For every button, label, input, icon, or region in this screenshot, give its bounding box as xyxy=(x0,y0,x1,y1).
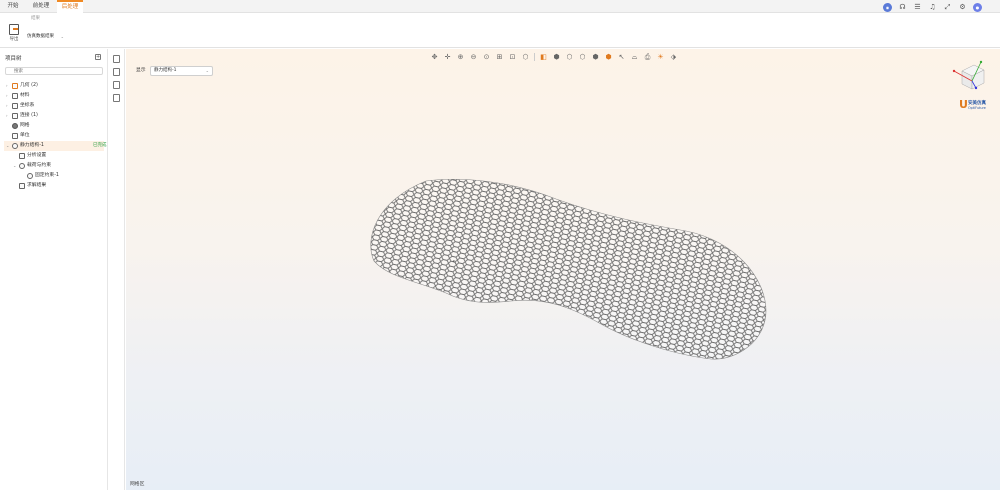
chevron-down-icon[interactable]: ⌄ xyxy=(13,161,17,171)
3d-viewport[interactable]: ✥ ✛ ⊕ ⊖ ⊙ ⊞ ⊡ ⬡ ◧ ⬢ ⬡ ⬡ ⬢ ⬢ ↖ ⌓ ⎙ ☀ ⬗ 显示… xyxy=(126,49,1000,490)
tree-item-static-structure[interactable]: ⌄ 静力结构-1 已完成 xyxy=(4,141,107,151)
ribbon: 结果 导出 仿真数据结果 ⌄ xyxy=(0,13,1000,48)
chevron-down-icon: ⌄ xyxy=(60,34,64,39)
tree-item-geometry[interactable]: › 几何 (2) xyxy=(6,81,38,91)
tree-search-input[interactable] xyxy=(5,67,103,75)
tree-item-label: 求解结果 xyxy=(27,183,47,188)
top-toolbar: ◉ ☊ ☰ ♫ ⤢ ⚙ ● xyxy=(883,2,982,12)
tree-item-unit[interactable]: 单位 xyxy=(6,131,30,141)
list-icon[interactable]: ☰ xyxy=(913,3,922,12)
project-tree-panel: 项目树 + ⌕ › 几何 (2) › 材料 › 坐标系 › 连接 (1) 网格 … xyxy=(0,49,108,490)
geometry-icon xyxy=(12,83,18,89)
tree-item-fixed-constraint[interactable]: 固定约束-1 xyxy=(21,171,59,181)
tree-item-label: 连接 (1) xyxy=(20,113,38,118)
settings-icon xyxy=(19,153,25,159)
headset-icon[interactable]: ☊ xyxy=(898,3,907,12)
share-icon[interactable] xyxy=(113,94,120,102)
load-icon xyxy=(19,163,25,169)
tree-item-mesh[interactable]: 网格 xyxy=(6,121,30,131)
table-icon[interactable] xyxy=(113,68,120,76)
result-icon xyxy=(19,183,25,189)
cursor-icon: ↖ xyxy=(452,259,458,266)
menu-bar: 开始 前处理 后处理 ◉ ☊ ☰ ♫ ⤢ ⚙ ● xyxy=(0,0,1000,13)
tree-item-label: 固定约束-1 xyxy=(35,173,59,178)
avatar[interactable]: ● xyxy=(973,2,982,12)
document-icon[interactable] xyxy=(113,55,120,63)
result-select-value: 仿真数据结果 xyxy=(27,34,54,39)
constraint-icon xyxy=(27,173,33,179)
material-icon xyxy=(12,93,18,99)
tree-item-connection[interactable]: › 连接 (1) xyxy=(6,111,38,121)
report-icon[interactable] xyxy=(113,81,120,89)
tree-item-label: 静力结构-1 xyxy=(20,143,44,148)
tree-item-label: 坐标系 xyxy=(20,103,35,108)
chevron-down-icon[interactable]: ⌄ xyxy=(6,141,10,151)
coordinate-icon xyxy=(12,103,18,109)
chevron-right-icon[interactable]: › xyxy=(6,91,10,101)
tree-item-loads[interactable]: ⌄ 载荷与约束 xyxy=(13,161,51,171)
export-icon xyxy=(9,24,19,35)
bell-icon[interactable]: ♫ xyxy=(928,3,937,12)
gear-icon[interactable]: ⚙ xyxy=(958,3,967,12)
structure-icon xyxy=(12,143,18,149)
result-select[interactable]: 仿真数据结果 ⌄ xyxy=(25,32,66,41)
tree-item-label: 分析设置 xyxy=(27,153,47,158)
tab-postprocess[interactable]: 后处理 xyxy=(57,0,83,13)
tree-item-analysis-settings[interactable]: 分析设置 xyxy=(13,151,46,161)
chevron-right-icon[interactable]: › xyxy=(6,81,10,91)
status-badge: 已完成 xyxy=(93,143,107,148)
tree-add-icon[interactable]: + xyxy=(95,54,101,60)
tab-start[interactable]: 开始 xyxy=(4,0,22,13)
status-text: 网格区 xyxy=(130,482,145,487)
tree-item-results[interactable]: 求解结果 xyxy=(13,181,46,191)
tree-item-label: 载荷与约束 xyxy=(27,163,51,168)
tree-item-label: 网格 xyxy=(20,123,30,128)
tree-item-material[interactable]: › 材料 xyxy=(6,91,30,101)
fullscreen-icon[interactable]: ⤢ xyxy=(943,3,952,12)
tree-item-label: 材料 xyxy=(20,93,30,98)
connection-icon xyxy=(12,113,18,119)
unit-icon xyxy=(12,133,18,139)
tree-item-coordinate[interactable]: › 坐标系 xyxy=(6,101,34,111)
export-button[interactable]: 导出 xyxy=(7,24,21,46)
mesh-icon xyxy=(12,123,18,129)
side-icon-strip xyxy=(109,49,125,490)
tree-item-label: 单位 xyxy=(20,133,30,138)
tree-item-label: 几何 (2) xyxy=(20,83,38,88)
chevron-right-icon[interactable]: › xyxy=(6,111,10,121)
assistant-icon[interactable]: ◉ xyxy=(883,2,892,12)
tab-preprocess[interactable]: 前处理 xyxy=(30,0,52,13)
tree-title: 项目树 xyxy=(5,56,22,62)
export-label: 导出 xyxy=(9,37,19,42)
chevron-right-icon[interactable]: › xyxy=(6,101,10,111)
ribbon-group-label: 结果 xyxy=(31,16,40,21)
mesh-model[interactable] xyxy=(126,49,1000,490)
